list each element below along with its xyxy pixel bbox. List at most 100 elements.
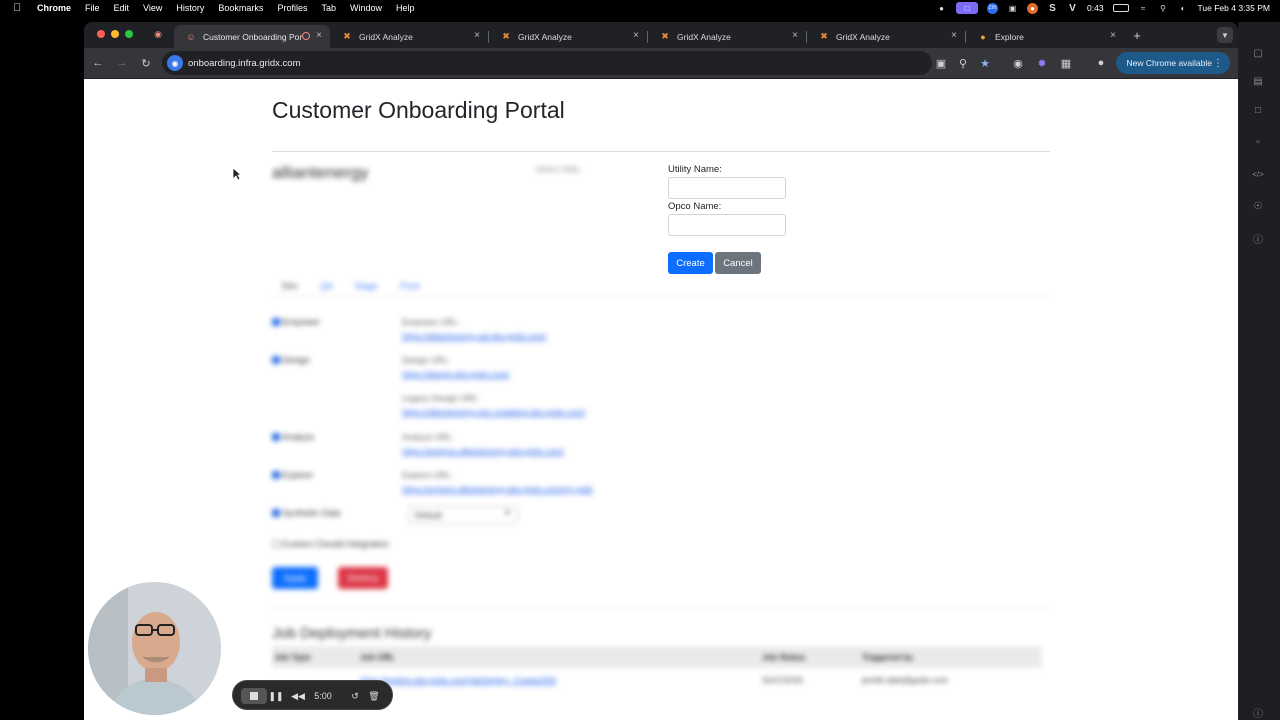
explore-icon: ● — [980, 31, 986, 42]
bookmark-star-icon[interactable]: ★ — [978, 56, 992, 70]
apple-icon[interactable]:  — [13, 0, 27, 16]
restart-icon[interactable]: ↺ — [348, 688, 362, 704]
tab-explore[interactable]: ● Explore × — [966, 25, 1124, 48]
menu-view[interactable]: View — [143, 0, 162, 16]
recorder-status-icon[interactable]: ● — [1027, 2, 1038, 14]
cell-job-status: SUCCESS — [762, 675, 804, 685]
control-center-icon[interactable]: ◐ — [1178, 3, 1189, 14]
menu-profiles[interactable]: Profiles — [277, 0, 307, 16]
profile-icon[interactable]: ● — [1094, 56, 1108, 70]
analyze-url-link[interactable]: https://analyze.alliantenergy.dev.gridx.… — [402, 446, 564, 456]
close-tab-icon[interactable]: × — [316, 30, 322, 41]
tab-stage[interactable]: Stage — [354, 281, 378, 291]
menu-file[interactable]: File — [85, 0, 100, 16]
screenshot-icon[interactable]: ▣ — [1007, 3, 1018, 14]
tab-gridx-analyze-2[interactable]: ✖ GridX Analyze × — [489, 25, 647, 48]
url-text[interactable]: onboarding.infra.gridx.com — [188, 58, 300, 69]
menu-bookmarks[interactable]: Bookmarks — [218, 0, 263, 16]
menu-tab[interactable]: Tab — [321, 0, 336, 16]
synthetic-data-checkbox[interactable] — [272, 509, 280, 517]
explore-checkbox[interactable] — [272, 471, 280, 479]
pause-icon[interactable]: ❚❚ — [268, 688, 283, 704]
close-tab-icon[interactable]: × — [633, 30, 639, 41]
close-tab-icon[interactable]: × — [1110, 30, 1116, 41]
screen-share-icon[interactable]: □ — [956, 2, 978, 14]
v-app-icon[interactable]: V — [1067, 3, 1078, 14]
wifi-icon[interactable]: ≈ — [1138, 3, 1149, 14]
site-info-icon[interactable]: ◉ — [167, 55, 183, 71]
design-checkbox[interactable] — [272, 356, 280, 364]
camera-extension-icon[interactable]: ◉ — [1011, 56, 1025, 70]
cell-job-url[interactable]: https://jenkins.dev.gridx.com/job/Deploy… — [360, 675, 556, 685]
menu-window[interactable]: Window — [350, 0, 382, 16]
microphone-icon[interactable]: ● — [936, 3, 947, 14]
apply-button[interactable]: Apply — [272, 567, 318, 589]
section-divider — [272, 607, 1050, 608]
blurred-background-content: Dev QA Stage Prod Empower Empower URL: h… — [84, 79, 1238, 720]
kebab-menu-icon[interactable]: ⋮ — [1213, 58, 1223, 69]
tab-gridx-analyze-4[interactable]: ✖ GridX Analyze × — [807, 25, 965, 48]
mouse-cursor-icon — [232, 167, 242, 181]
minimize-window-button[interactable] — [111, 30, 119, 38]
document-icon[interactable]: □ — [1251, 103, 1265, 117]
close-tab-icon[interactable]: × — [474, 30, 480, 41]
tab-qa[interactable]: QA — [320, 281, 333, 291]
macos-menubar:  Chrome File Edit View History Bookmark… — [0, 0, 1280, 16]
maximize-window-button[interactable] — [125, 30, 133, 38]
menu-history[interactable]: History — [176, 0, 204, 16]
empower-url-label: Empower URL: — [402, 317, 460, 327]
s-app-icon[interactable]: S — [1047, 3, 1058, 14]
install-app-icon[interactable]: ▣ — [934, 56, 948, 70]
tab-dev[interactable]: Dev — [282, 281, 298, 291]
zoom-icon[interactable]: zm — [987, 2, 998, 14]
stop-recording-button[interactable] — [241, 688, 267, 704]
zoom-lens-icon[interactable]: ⚲ — [956, 56, 970, 70]
explore-url-link[interactable]: https://explore.alliantenergy.dev.gridx.… — [402, 484, 593, 494]
design-url-label: Design URL: — [402, 355, 451, 365]
custom-integration-checkbox[interactable] — [272, 540, 280, 548]
trash-icon[interactable]: 🗑 — [367, 688, 381, 704]
timer-text[interactable]: 0:43 — [1087, 3, 1104, 13]
tab-search-icon[interactable]: ▼ — [1217, 27, 1233, 43]
close-window-button[interactable] — [97, 30, 105, 38]
forward-icon[interactable]: → — [115, 56, 129, 70]
tab-prod[interactable]: Prod — [400, 281, 419, 291]
legacy-design-url-link[interactable]: https://alliantenergy.qa1.modeling.dev.g… — [402, 407, 585, 417]
recording-tab-icon: ◉ — [154, 28, 162, 39]
empower-url-link[interactable]: https://alliantenergy.uat.dev.gridx.com/ — [402, 331, 546, 341]
custom-integration-label: Custom Cloudd Integration — [282, 539, 390, 549]
help-icon[interactable]: ⓘ — [1251, 705, 1265, 720]
search-icon[interactable]: ⚲ — [1158, 3, 1169, 14]
rewind-icon[interactable]: ◀◀ — [291, 688, 305, 704]
select-value: Default — [415, 510, 442, 520]
webcam-bubble[interactable] — [88, 582, 221, 715]
cell-triggered-by: jsmith.dale@gridx.com — [862, 675, 949, 685]
reload-icon[interactable]: ↻ — [139, 56, 153, 70]
clock-text[interactable]: Tue Feb 4 3:35 PM — [1198, 3, 1270, 13]
tab-customer-onboarding[interactable]: ☺ Customer Onboarding Por × — [174, 25, 330, 48]
extensions-puzzle-icon[interactable]: ▦ — [1059, 56, 1073, 70]
side-panel-icon[interactable]: ▢ — [1251, 46, 1265, 60]
new-tab-icon[interactable]: + — [1130, 28, 1144, 43]
lightbulb-icon[interactable]: ☉ — [1251, 199, 1265, 213]
close-tab-icon[interactable]: × — [792, 30, 798, 41]
menu-app-name[interactable]: Chrome — [37, 0, 71, 16]
tab-gridx-analyze-1[interactable]: ✖ GridX Analyze × — [330, 25, 488, 48]
new-chrome-available-button[interactable]: New Chrome available ⋮ — [1116, 52, 1230, 74]
design-url-link[interactable]: https://design.dev.gridx.com/ — [402, 369, 510, 379]
analyze-checkbox[interactable] — [272, 433, 280, 441]
menu-edit[interactable]: Edit — [114, 0, 130, 16]
battery-icon[interactable] — [1112, 4, 1129, 12]
close-tab-icon[interactable]: × — [951, 30, 957, 41]
back-icon[interactable]: ← — [91, 56, 105, 70]
synthetic-data-select[interactable]: Default ▼ — [408, 506, 518, 524]
comment-icon[interactable]: ▫ — [1251, 135, 1265, 149]
info-icon[interactable]: ⓘ — [1251, 231, 1265, 246]
reading-list-icon[interactable]: ▤ — [1251, 74, 1265, 88]
menu-help[interactable]: Help — [396, 0, 415, 16]
destroy-button[interactable]: Destroy — [338, 567, 388, 589]
purple-extension-icon[interactable]: ✹ — [1035, 56, 1049, 70]
tab-gridx-analyze-3[interactable]: ✖ GridX Analyze × — [648, 25, 806, 48]
code-icon[interactable]: </> — [1251, 167, 1265, 181]
empower-checkbox[interactable] — [272, 318, 280, 326]
